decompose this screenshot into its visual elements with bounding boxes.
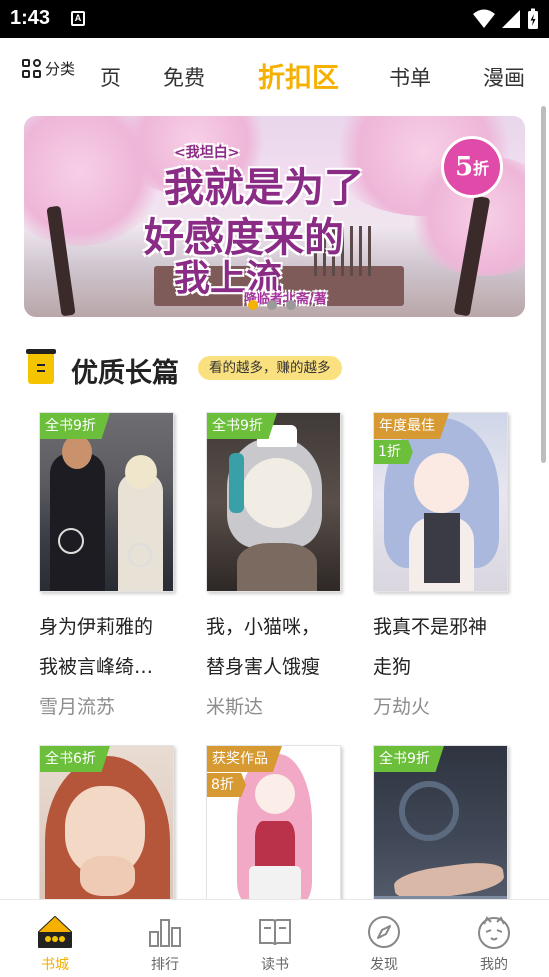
section-title: 优质长篇	[71, 358, 179, 389]
bottom-tab-label: 排行	[151, 957, 179, 973]
category-label: 分类	[45, 60, 76, 78]
category-button[interactable]: 分类	[22, 58, 75, 79]
book-title: 我真不是邪神 走狗	[373, 616, 488, 678]
promo-banner[interactable]: <我坦白> 我就是为了 好感度来的 我上流 降临者北斋/著 5折	[24, 116, 525, 317]
battery-icon	[528, 8, 538, 29]
book-cover[interactable]: 全书9折	[206, 412, 341, 592]
discount-tag: 8折	[207, 773, 246, 797]
grid-icon	[22, 58, 42, 79]
wifi-icon	[473, 9, 495, 28]
book-tag: 获奖作品	[207, 746, 282, 772]
bottom-nav: 书城 排行 读书 发现 我的	[0, 899, 549, 977]
status-time: 1:43	[10, 7, 51, 29]
notification-a-icon: A	[71, 11, 85, 26]
carousel-dots[interactable]	[248, 300, 296, 310]
book-tag: 年度最佳	[374, 413, 449, 439]
bottom-tab-label: 发现	[370, 957, 398, 973]
tab-comics[interactable]: 漫画	[483, 62, 525, 92]
book-author: 雪月流苏	[39, 696, 116, 718]
bottom-tab-label: 我的	[480, 957, 508, 973]
bottom-tab-reading[interactable]: 读书	[220, 900, 330, 977]
bottom-tab-bookstore[interactable]: 书城	[0, 900, 110, 977]
discount-badge: 5折	[441, 136, 503, 198]
book-tag: 全书6折	[40, 746, 110, 772]
cat-face-icon	[476, 914, 512, 950]
status-icons	[473, 7, 539, 31]
carousel-dot[interactable]	[286, 300, 296, 310]
book-cover[interactable]: 获奖作品 8折	[206, 745, 341, 925]
discount-tag: 1折	[374, 440, 413, 464]
tab-free[interactable]: 免费	[163, 62, 205, 92]
book-tag: 全书9折	[40, 413, 110, 439]
book-tag: 全书9折	[207, 413, 277, 439]
bottom-tab-label: 书城	[41, 957, 69, 973]
tab-home[interactable]: 页	[100, 62, 121, 92]
bar-chart-icon	[147, 914, 183, 950]
book-cover[interactable]: 全书6折	[39, 745, 174, 925]
book-author: 万劫火	[373, 696, 431, 718]
top-tab-bar: 分类 页 免费 折扣区 书单 漫画	[0, 38, 549, 112]
book-tag: 全书9折	[374, 746, 444, 772]
bottom-tab-discover[interactable]: 发现	[329, 900, 439, 977]
compass-icon	[366, 914, 402, 950]
book-title: 我，小猫咪， 替身害人饿瘦	[206, 616, 321, 678]
section-tag: 看的越多，赚的越多	[198, 356, 342, 380]
bottom-tab-profile[interactable]: 我的	[439, 900, 549, 977]
book-title: 身为伊莉雅的 我被言峰绮…	[39, 616, 154, 678]
book-cover[interactable]: 年度最佳 1折	[373, 412, 508, 592]
carousel-dot[interactable]	[248, 300, 258, 310]
signal-icon	[502, 10, 520, 28]
book-stack-icon	[26, 349, 56, 384]
section-header: 优质长篇 看的越多，赚的越多	[26, 348, 528, 389]
bottom-tab-ranking[interactable]: 排行	[110, 900, 220, 977]
tab-discount[interactable]: 折扣区	[258, 56, 339, 95]
carousel-dot[interactable]	[267, 300, 277, 310]
book-icon	[257, 914, 293, 950]
house-icon	[37, 914, 73, 950]
book-cover[interactable]: 全书9折	[39, 412, 174, 592]
bottom-tab-label: 读书	[261, 957, 289, 973]
scrollbar[interactable]	[541, 106, 546, 463]
status-bar: 1:43 A	[0, 0, 549, 38]
tab-booklist[interactable]: 书单	[389, 62, 431, 92]
book-cover[interactable]: 全书9折	[373, 745, 508, 925]
book-author: 米斯达	[206, 696, 264, 718]
